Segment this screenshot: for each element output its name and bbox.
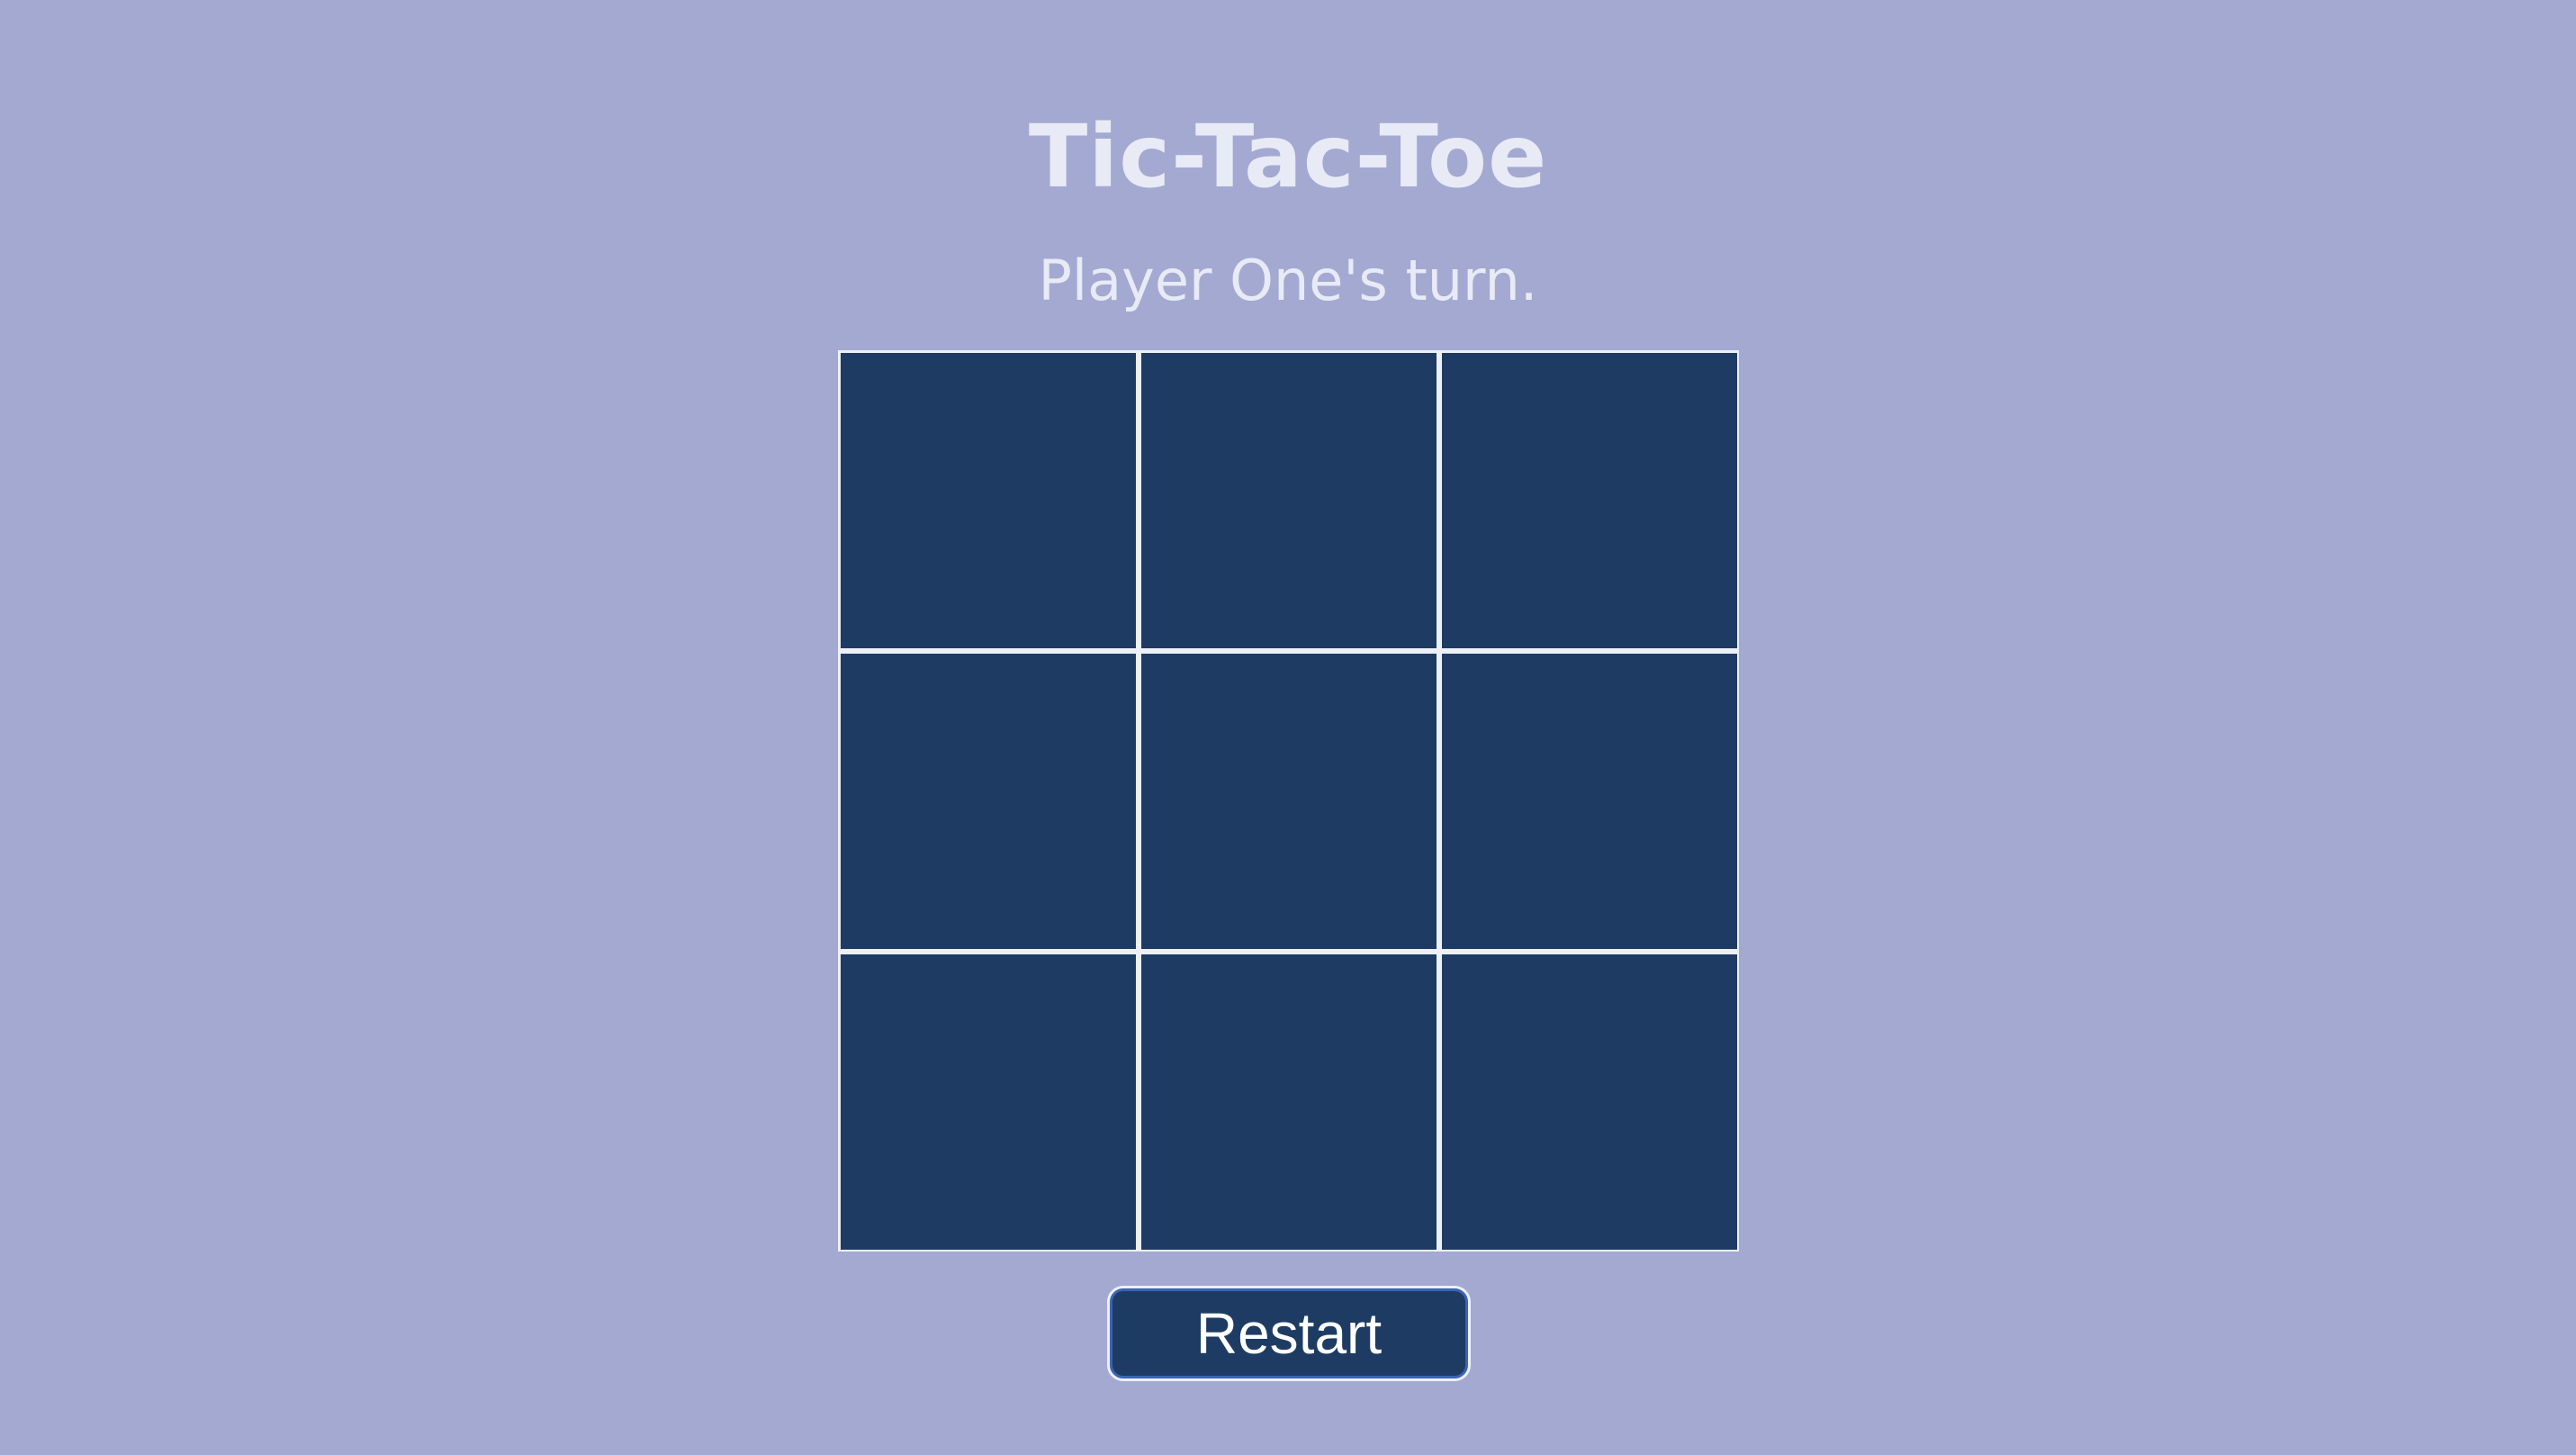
board-cell-r3-c3[interactable] [1442,954,1737,1250]
board-cell-r1-c2[interactable] [1141,353,1437,648]
board-cell-r2-c1[interactable] [841,654,1136,949]
board-cell-r1-c3[interactable] [1442,353,1737,648]
board-cell-r3-c1[interactable] [841,954,1136,1250]
game-board [838,350,1739,1252]
page-title: Tic-Tac-Toe [1028,106,1548,207]
board-cell-r2-c3[interactable] [1442,654,1737,949]
board-cell-r2-c2[interactable] [1141,654,1437,949]
restart-button[interactable]: Restart [1107,1286,1471,1381]
board-cell-r3-c2[interactable] [1141,954,1437,1250]
turn-status: Player One's turn. [1038,248,1538,313]
board-cell-r1-c1[interactable] [841,353,1136,648]
